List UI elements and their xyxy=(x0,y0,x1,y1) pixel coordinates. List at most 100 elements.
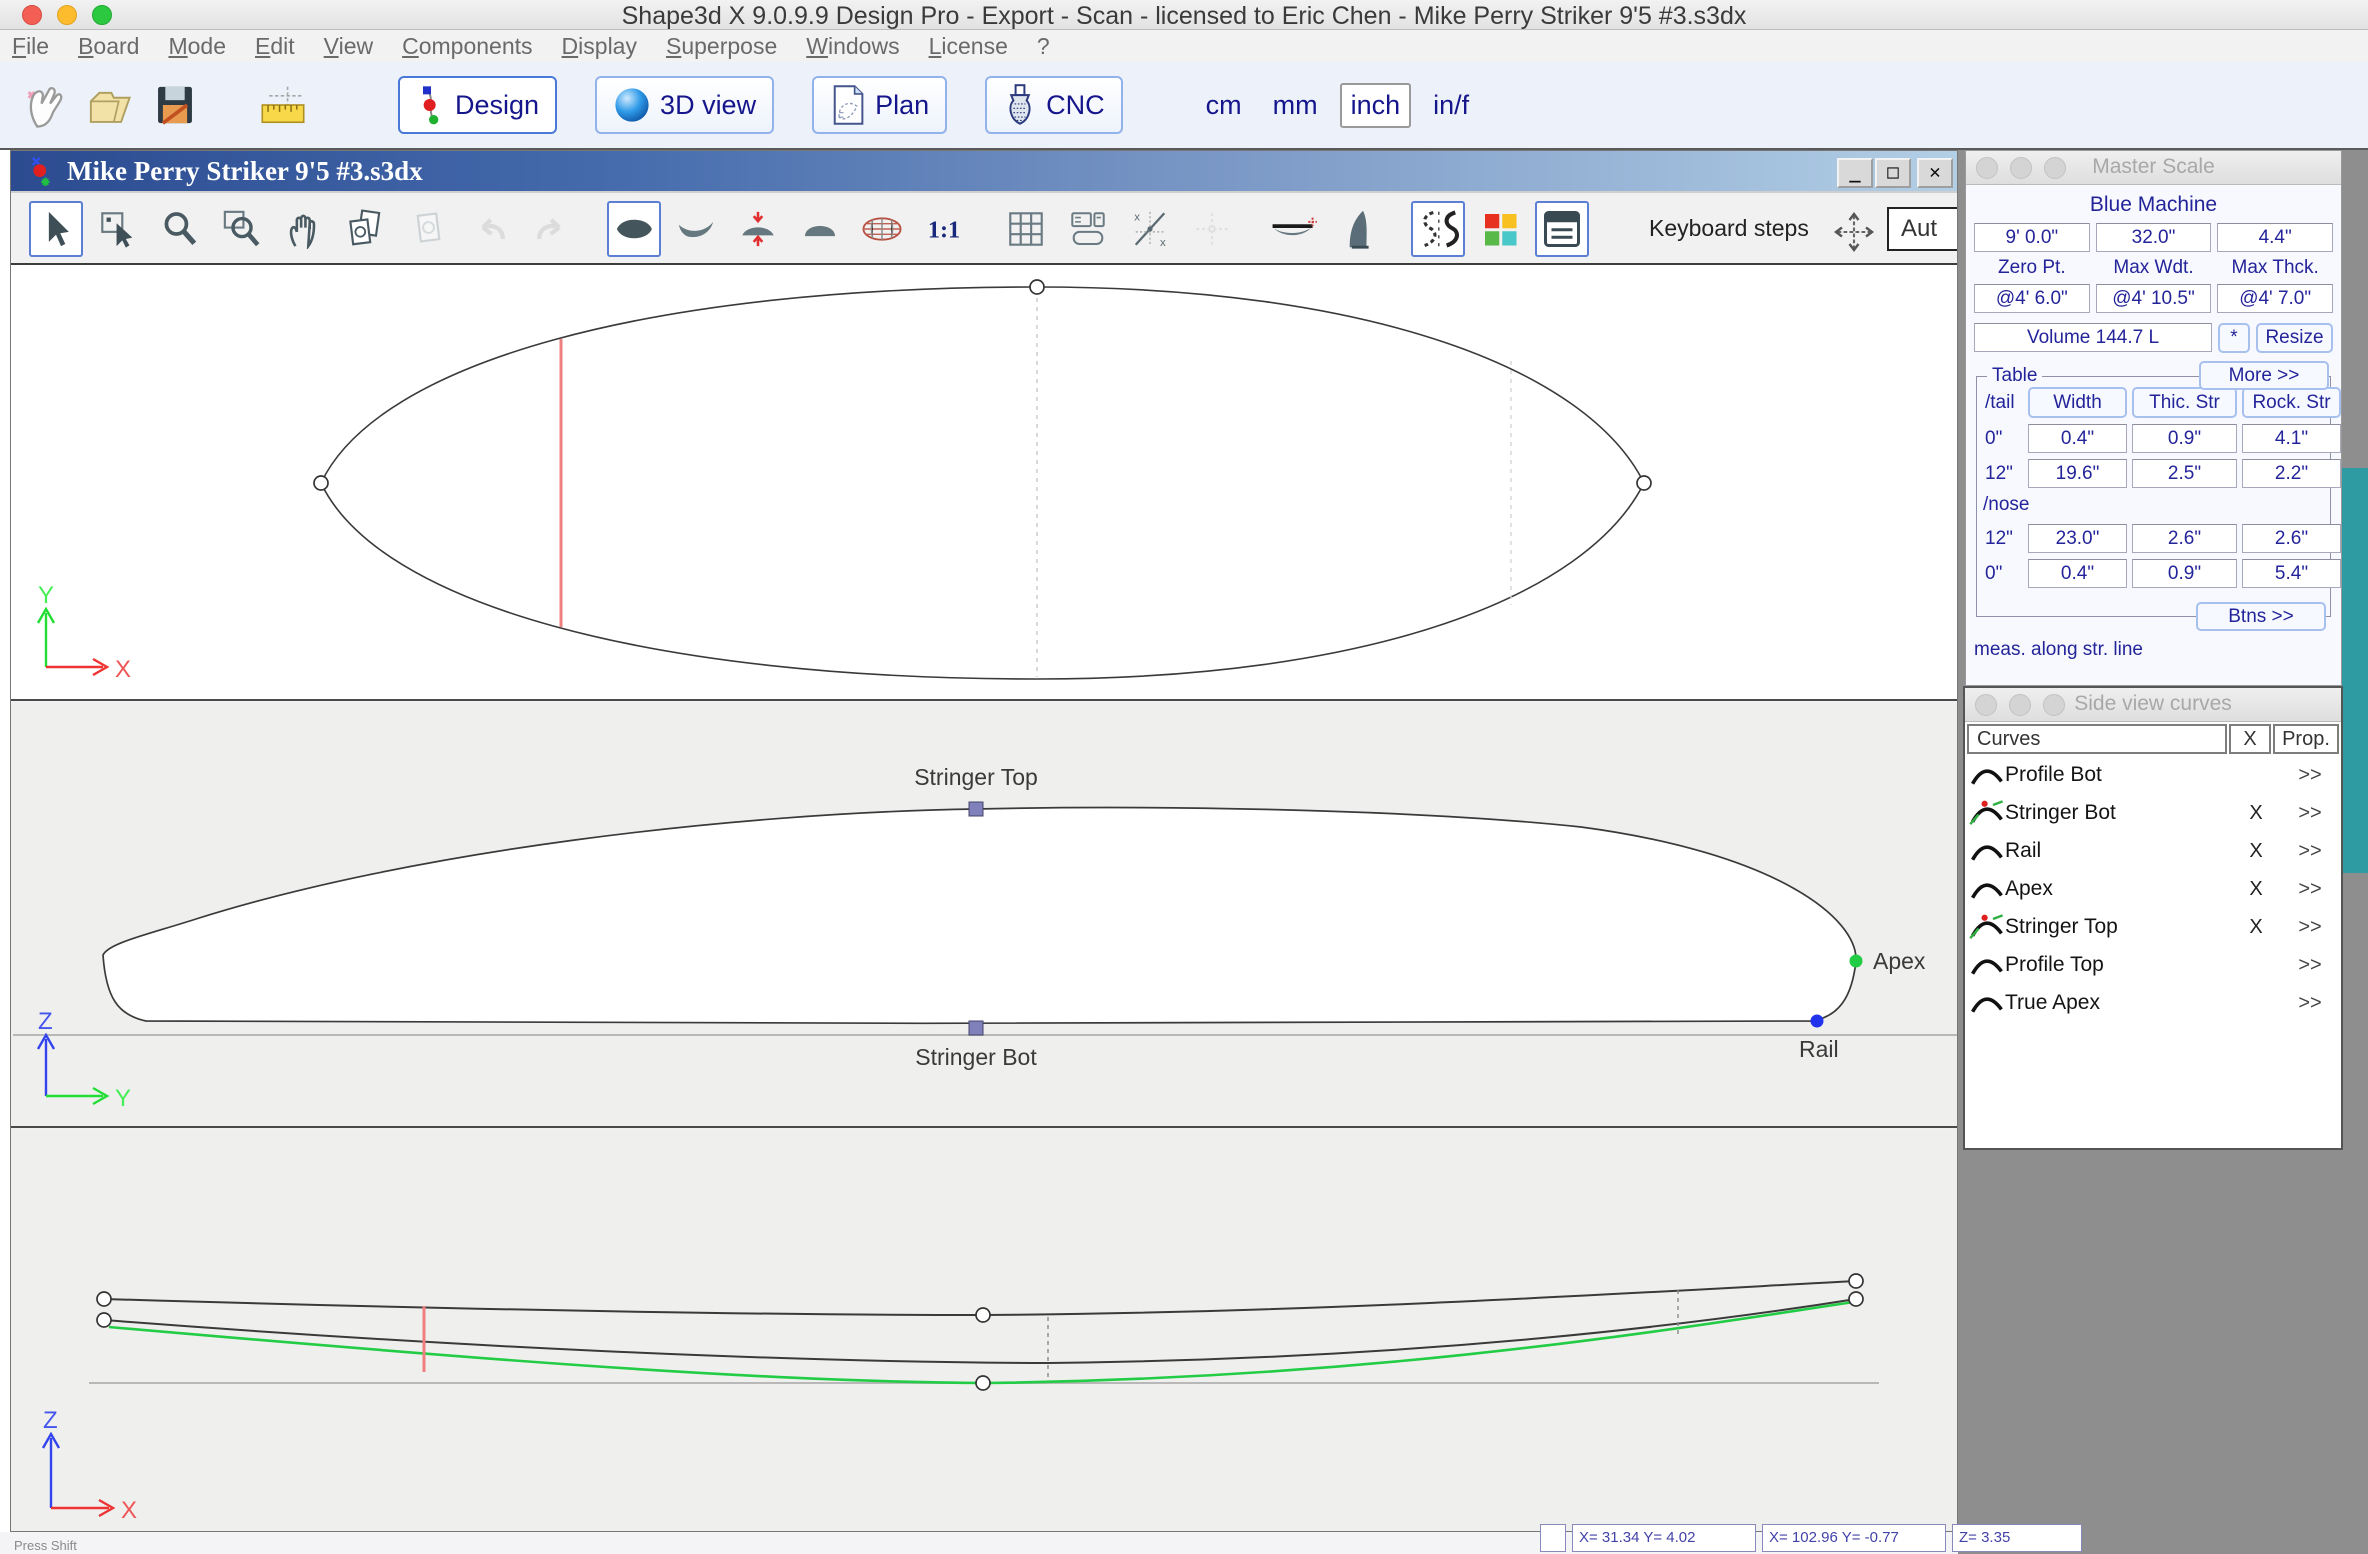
star-button[interactable]: * xyxy=(2218,323,2250,353)
table-cell[interactable]: 0.4" xyxy=(2028,559,2127,588)
curves-panel-titlebar[interactable]: Side view curves xyxy=(1965,688,2341,722)
table-cell[interactable]: 5.4" xyxy=(2242,559,2341,588)
tool-zoom-rect-icon[interactable] xyxy=(215,201,269,257)
apex-point[interactable] xyxy=(1850,955,1863,968)
tail-bottom-point[interactable] xyxy=(97,1313,111,1327)
resize-button[interactable]: Resize xyxy=(2256,323,2333,353)
move-steps-icon[interactable] xyxy=(1833,211,1875,253)
menu-item-board[interactable]: Board xyxy=(78,33,139,60)
curve-row-profile-bot[interactable]: Profile Bot>> xyxy=(1965,756,2341,794)
tool-fin-icon[interactable] xyxy=(1329,201,1383,257)
stringer-top-control-point[interactable] xyxy=(969,802,983,816)
unit-option-inch[interactable]: inch xyxy=(1340,83,1412,128)
save-icon[interactable] xyxy=(152,79,198,131)
tool-select-rect-icon[interactable] xyxy=(91,201,145,257)
maximize-button[interactable]: □ xyxy=(1875,158,1911,188)
thic-str-column-button[interactable]: Thic. Str xyxy=(2132,387,2237,418)
menu-item-superpose[interactable]: Superpose xyxy=(666,33,777,60)
menu-item-mode[interactable]: Mode xyxy=(168,33,226,60)
width-field[interactable]: 32.0" xyxy=(2096,223,2212,252)
plan-button[interactable]: Plan xyxy=(812,76,947,134)
max-thck-field[interactable]: @4' 7.0" xyxy=(2217,284,2333,313)
curve-row-stringer-top[interactable]: Stringer TopX>> xyxy=(1965,908,2341,946)
tool-curvature-ss-icon[interactable] xyxy=(1411,201,1465,257)
tool-copy-icon[interactable] xyxy=(339,201,393,257)
wide-control-point[interactable] xyxy=(1030,280,1044,294)
readout-toggle[interactable] xyxy=(1540,1524,1566,1552)
curve-x-flag[interactable]: X xyxy=(2233,878,2279,901)
menu-item-edit[interactable]: Edit xyxy=(255,33,295,60)
menu-item-file[interactable]: File xyxy=(12,33,49,60)
max-wdt-field[interactable]: @4' 10.5" xyxy=(2096,284,2212,313)
tool-rocker-line-icon[interactable] xyxy=(1267,201,1321,257)
table-cell[interactable]: 19.6" xyxy=(2028,459,2127,488)
curve-prop-button[interactable]: >> xyxy=(2279,954,2341,977)
curve-prop-button[interactable]: >> xyxy=(2279,802,2341,825)
close-button[interactable]: ✕ xyxy=(1917,158,1953,188)
hand-tool-icon[interactable] xyxy=(20,79,66,131)
nose-bottom-point[interactable] xyxy=(1849,1292,1863,1306)
curve-row-rail[interactable]: RailX>> xyxy=(1965,832,2341,870)
document-titlebar[interactable]: Mike Perry Striker 9'5 #3.s3dx _ □ ✕ xyxy=(11,151,1957,193)
table-cell[interactable]: 2.2" xyxy=(2242,459,2341,488)
rail-point[interactable] xyxy=(1811,1015,1824,1028)
3d-view-button[interactable]: 3D view xyxy=(595,76,774,134)
table-cell[interactable]: 0.4" xyxy=(2028,424,2127,453)
table-cell[interactable]: 2.6" xyxy=(2132,524,2237,553)
menu-item-components[interactable]: Components xyxy=(402,33,532,60)
curve-prop-button[interactable]: >> xyxy=(2279,878,2341,901)
table-cell[interactable]: 23.0" xyxy=(2028,524,2127,553)
tool-list-panel-icon[interactable] xyxy=(1535,201,1589,257)
design-mode-button[interactable]: Design xyxy=(398,76,557,134)
curve-prop-button[interactable]: >> xyxy=(2279,840,2341,863)
nose-deck-point[interactable] xyxy=(1849,1274,1863,1288)
board-outline-curve[interactable] xyxy=(321,287,1644,679)
stringer-bot-control-point[interactable] xyxy=(969,1021,983,1035)
length-field[interactable]: 9' 0.0" xyxy=(1974,223,2090,252)
tool-colors-icon[interactable] xyxy=(1473,201,1527,257)
center-deck-point[interactable] xyxy=(976,1308,990,1322)
curve-row-stringer-bot[interactable]: Stringer BotX>> xyxy=(1965,794,2341,832)
tail-deck-point[interactable] xyxy=(97,1292,111,1306)
curves-column-header[interactable]: Curves xyxy=(1967,724,2227,754)
curve-row-profile-top[interactable]: Profile Top>> xyxy=(1965,946,2341,984)
tool-curvature-icon[interactable]: xx xyxy=(1123,201,1177,257)
menu-item-license[interactable]: License xyxy=(929,33,1008,60)
rock-str-column-button[interactable]: Rock. Str xyxy=(2242,387,2341,418)
curve-row-true-apex[interactable]: True Apex>> xyxy=(1965,984,2341,1022)
table-cell[interactable]: 0.9" xyxy=(2132,424,2237,453)
unit-option-mm[interactable]: mm xyxy=(1264,85,1327,126)
tool-pan-hand-icon[interactable] xyxy=(277,201,331,257)
auto-steps-field[interactable]: Aut xyxy=(1887,207,1958,251)
curve-x-flag[interactable]: X xyxy=(2233,916,2279,939)
menu-item-view[interactable]: View xyxy=(324,33,373,60)
board-profile-curve[interactable] xyxy=(103,808,1856,1024)
tool-grid-icon[interactable] xyxy=(999,201,1053,257)
table-cell[interactable]: 2.5" xyxy=(2132,459,2237,488)
minimize-button[interactable]: _ xyxy=(1837,158,1873,188)
tool-pointer-icon[interactable] xyxy=(29,201,83,257)
outline-view[interactable]: Y X xyxy=(11,265,1958,701)
table-cell[interactable]: 4.1" xyxy=(2242,424,2341,453)
curve-prop-button[interactable]: >> xyxy=(2279,764,2341,787)
open-folder-icon[interactable] xyxy=(86,79,132,131)
x-column-header[interactable]: X xyxy=(2229,724,2271,754)
master-scale-titlebar[interactable]: Master Scale xyxy=(1966,151,2341,185)
menu-item-display[interactable]: Display xyxy=(562,33,637,60)
btns-button[interactable]: Btns >> xyxy=(2196,602,2326,631)
rocker-view[interactable]: Z X xyxy=(11,1130,1958,1532)
nose-control-point[interactable] xyxy=(1637,476,1651,490)
unit-option-inf[interactable]: in/f xyxy=(1424,85,1478,126)
menu-item-?[interactable]: ? xyxy=(1037,33,1050,60)
curve-prop-button[interactable]: >> xyxy=(2279,992,2341,1015)
width-column-button[interactable]: Width xyxy=(2028,387,2127,418)
zero-pt-field[interactable]: @4' 6.0" xyxy=(1974,284,2090,313)
tool-layout-icon[interactable] xyxy=(1061,201,1115,257)
curve-x-flag[interactable]: X xyxy=(2233,802,2279,825)
curve-prop-button[interactable]: >> xyxy=(2279,916,2341,939)
table-cell[interactable]: 2.6" xyxy=(2242,524,2341,553)
tool-rocker-icon[interactable] xyxy=(669,201,723,257)
curve-x-flag[interactable]: X xyxy=(2233,840,2279,863)
volume-field[interactable]: Volume 144.7 L xyxy=(1974,323,2212,352)
table-cell[interactable]: 0.9" xyxy=(2132,559,2237,588)
